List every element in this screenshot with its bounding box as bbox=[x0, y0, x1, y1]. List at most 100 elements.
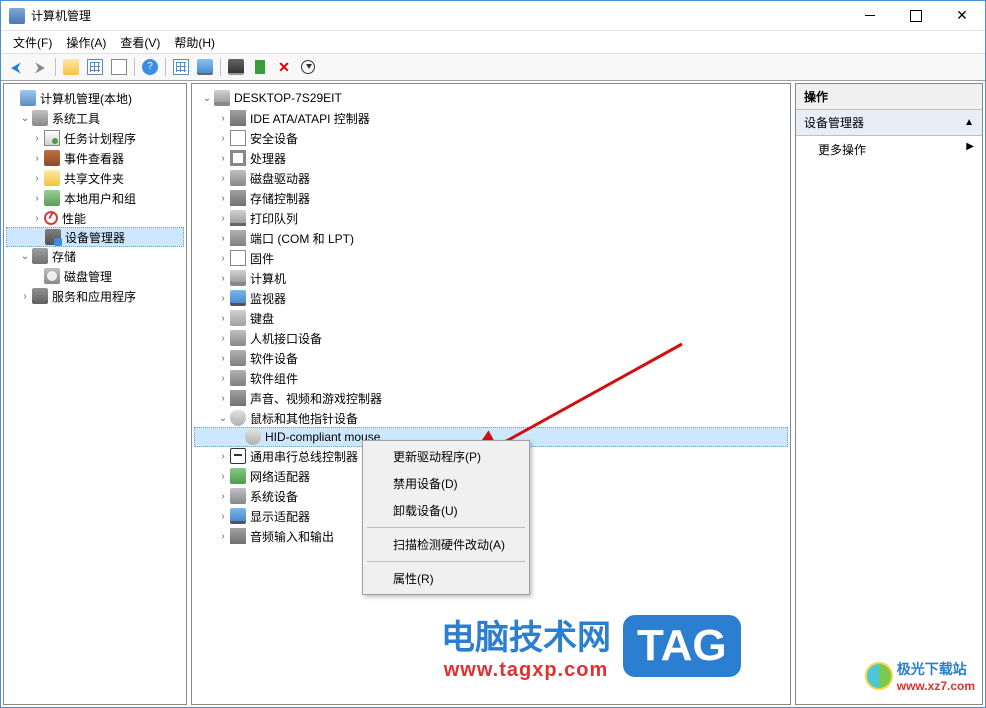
properties-icon bbox=[87, 59, 103, 75]
tb-update-button[interactable] bbox=[297, 56, 319, 78]
device-mice[interactable]: ⌄鼠标和其他指针设备 bbox=[194, 408, 788, 428]
window-title: 计算机管理 bbox=[31, 7, 847, 24]
device-sw-devices[interactable]: ›软件设备 bbox=[194, 348, 788, 368]
chevron-right-icon[interactable]: › bbox=[216, 491, 230, 502]
device-cpu[interactable]: ›处理器 bbox=[194, 148, 788, 168]
chevron-down-icon[interactable]: ⌄ bbox=[18, 251, 32, 262]
tb-remove-button[interactable]: ✕ bbox=[273, 56, 295, 78]
nav-back-button[interactable]: ⮜ bbox=[5, 56, 27, 78]
minimize-button[interactable] bbox=[847, 1, 893, 31]
disk-icon bbox=[44, 268, 60, 284]
actions-section[interactable]: 设备管理器 ▲ bbox=[796, 110, 982, 136]
tree-label: 软件组件 bbox=[250, 370, 298, 387]
users-icon bbox=[44, 190, 60, 206]
device-storage-ctrl[interactable]: › 存储控制器 bbox=[194, 188, 788, 208]
ctx-properties[interactable]: 属性(R) bbox=[365, 565, 527, 592]
chevron-right-icon[interactable]: › bbox=[216, 393, 230, 404]
device-security[interactable]: ›安全设备 bbox=[194, 128, 788, 148]
tree-label: 端口 (COM 和 LPT) bbox=[250, 230, 354, 247]
device-ports[interactable]: › 端口 (COM 和 LPT) bbox=[194, 228, 788, 248]
tb-up-button[interactable] bbox=[60, 56, 82, 78]
tb-enable-button[interactable] bbox=[249, 56, 271, 78]
tb-view1-button[interactable] bbox=[170, 56, 192, 78]
chevron-right-icon[interactable]: › bbox=[216, 313, 230, 324]
tree-disk-management[interactable]: 磁盘管理 bbox=[6, 266, 184, 286]
tree-device-manager[interactable]: 设备管理器 bbox=[6, 227, 184, 247]
chevron-right-icon[interactable]: › bbox=[216, 253, 230, 264]
tb-props-button[interactable] bbox=[84, 56, 106, 78]
tb-list-button[interactable] bbox=[108, 56, 130, 78]
maximize-button[interactable] bbox=[893, 1, 939, 31]
menu-help[interactable]: 帮助(H) bbox=[168, 32, 221, 53]
menu-view[interactable]: 查看(V) bbox=[114, 32, 166, 53]
tree-label: 存储控制器 bbox=[250, 190, 310, 207]
tb-help-button[interactable]: ? bbox=[139, 56, 161, 78]
chevron-right-icon[interactable]: › bbox=[216, 451, 230, 462]
tree-performance[interactable]: › 性能 bbox=[6, 208, 184, 228]
device-audio-ctrl[interactable]: ›声音、视频和游戏控制器 bbox=[194, 388, 788, 408]
chevron-right-icon[interactable]: › bbox=[18, 291, 32, 302]
storage-icon bbox=[32, 248, 48, 264]
chevron-right-icon[interactable]: › bbox=[216, 273, 230, 284]
chevron-right-icon[interactable]: › bbox=[216, 531, 230, 542]
chevron-right-icon[interactable]: › bbox=[216, 213, 230, 224]
chevron-right-icon: ▶ bbox=[966, 141, 974, 158]
nav-fwd-button[interactable]: ⮞ bbox=[29, 56, 51, 78]
device-hid[interactable]: › 人机接口设备 bbox=[194, 328, 788, 348]
device-firmware[interactable]: ›固件 bbox=[194, 248, 788, 268]
grid-icon bbox=[173, 59, 189, 75]
ctx-update-driver[interactable]: 更新驱动程序(P) bbox=[365, 443, 527, 470]
chevron-right-icon[interactable]: › bbox=[30, 153, 44, 164]
ctx-uninstall-device[interactable]: 卸载设备(U) bbox=[365, 497, 527, 524]
chevron-right-icon[interactable]: › bbox=[216, 153, 230, 164]
tree-shared-folders[interactable]: › 共享文件夹 bbox=[6, 168, 184, 188]
chevron-right-icon[interactable]: › bbox=[30, 173, 44, 184]
chevron-right-icon[interactable]: › bbox=[216, 233, 230, 244]
device-sw-components[interactable]: › 软件组件 bbox=[194, 368, 788, 388]
chevron-right-icon[interactable]: › bbox=[216, 293, 230, 304]
tree-label: 人机接口设备 bbox=[250, 330, 322, 347]
chevron-right-icon[interactable]: › bbox=[30, 133, 44, 144]
device-monitors[interactable]: › 监视器 bbox=[194, 288, 788, 308]
device-keyboards[interactable]: ›键盘 bbox=[194, 308, 788, 328]
tree-task-scheduler[interactable]: › 任务计划程序 bbox=[6, 128, 184, 148]
chevron-right-icon[interactable]: › bbox=[30, 193, 44, 204]
chevron-right-icon[interactable]: › bbox=[216, 373, 230, 384]
tree-label: 打印队列 bbox=[250, 210, 298, 227]
menu-action[interactable]: 操作(A) bbox=[60, 32, 112, 53]
chevron-right-icon[interactable]: › bbox=[216, 113, 230, 124]
close-button[interactable]: ✕ bbox=[939, 1, 985, 31]
ctx-disable-device[interactable]: 禁用设备(D) bbox=[365, 470, 527, 497]
device-disk-drives[interactable]: ›磁盘驱动器 bbox=[194, 168, 788, 188]
device-computer[interactable]: ›计算机 bbox=[194, 268, 788, 288]
chevron-right-icon[interactable]: › bbox=[30, 213, 44, 224]
chevron-right-icon[interactable]: › bbox=[216, 333, 230, 344]
tree-label: 监视器 bbox=[250, 290, 286, 307]
tree-services-apps[interactable]: › 服务和应用程序 bbox=[6, 286, 184, 306]
tb-view2-button[interactable] bbox=[194, 56, 216, 78]
ctx-scan-hardware[interactable]: 扫描检测硬件改动(A) bbox=[365, 531, 527, 558]
tree-system-tools[interactable]: ⌄ 系统工具 bbox=[6, 108, 184, 128]
menu-file[interactable]: 文件(F) bbox=[7, 32, 58, 53]
actions-more[interactable]: 更多操作 ▶ bbox=[796, 136, 982, 163]
device-root[interactable]: ⌄ DESKTOP-7S29EIT bbox=[194, 88, 788, 108]
tree-local-users[interactable]: › 本地用户和组 bbox=[6, 188, 184, 208]
arrow-right-icon: ⮞ bbox=[35, 59, 45, 76]
tree-storage[interactable]: ⌄ 存储 bbox=[6, 246, 184, 266]
chevron-down-icon[interactable]: ⌄ bbox=[200, 93, 214, 104]
chevron-right-icon[interactable]: › bbox=[216, 193, 230, 204]
device-ide[interactable]: ›IDE ATA/ATAPI 控制器 bbox=[194, 108, 788, 128]
chevron-right-icon[interactable]: › bbox=[216, 471, 230, 482]
chevron-right-icon[interactable]: › bbox=[216, 133, 230, 144]
chevron-right-icon[interactable]: › bbox=[216, 511, 230, 522]
actions-more-label: 更多操作 bbox=[818, 141, 866, 158]
device-printers[interactable]: › 打印队列 bbox=[194, 208, 788, 228]
tree-event-viewer[interactable]: › 事件查看器 bbox=[6, 148, 184, 168]
monitor-icon bbox=[230, 290, 246, 306]
chevron-down-icon[interactable]: ⌄ bbox=[18, 113, 32, 124]
chevron-right-icon[interactable]: › bbox=[216, 353, 230, 364]
chevron-down-icon[interactable]: ⌄ bbox=[216, 413, 230, 424]
chevron-right-icon[interactable]: › bbox=[216, 173, 230, 184]
tb-scan-button[interactable] bbox=[225, 56, 247, 78]
tree-root[interactable]: 计算机管理(本地) bbox=[6, 88, 184, 108]
